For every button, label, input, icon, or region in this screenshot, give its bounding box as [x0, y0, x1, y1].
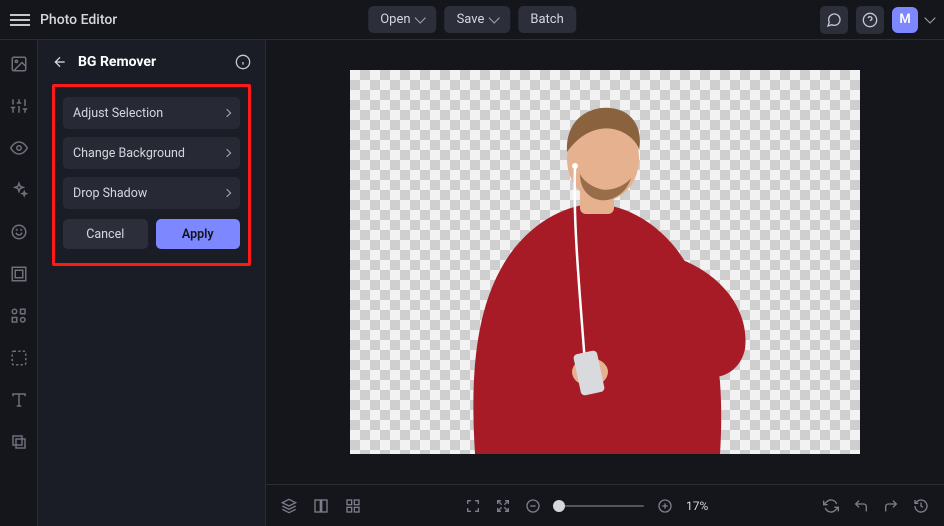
option-adjust-selection[interactable]: Adjust Selection [63, 97, 240, 129]
actual-size-icon[interactable] [494, 497, 512, 515]
app-title: Photo Editor [40, 12, 117, 28]
chevron-right-icon [223, 149, 231, 157]
option-label: Change Background [73, 146, 185, 161]
canvas-area: 17% [266, 40, 944, 526]
option-label: Drop Shadow [73, 186, 147, 201]
retouch-icon[interactable] [9, 222, 29, 242]
layers-icon[interactable] [9, 432, 29, 452]
elements-icon[interactable] [9, 306, 29, 326]
option-change-background[interactable]: Change Background [63, 137, 240, 169]
zoom-slider[interactable] [554, 505, 644, 507]
feedback-icon[interactable] [820, 6, 848, 34]
text-icon[interactable] [9, 390, 29, 410]
option-drop-shadow[interactable]: Drop Shadow [63, 177, 240, 209]
avatar[interactable]: M [892, 7, 918, 33]
compare-icon[interactable] [312, 497, 330, 515]
redo-icon[interactable] [882, 497, 900, 515]
save-button[interactable]: Save [445, 6, 511, 33]
history-icon[interactable] [912, 497, 930, 515]
batch-label: Batch [530, 12, 563, 27]
frame-icon[interactable] [9, 264, 29, 284]
grid-icon[interactable] [344, 497, 362, 515]
cancel-button[interactable]: Cancel [63, 219, 148, 249]
highlight-box: Adjust Selection Change Background Drop … [52, 84, 251, 266]
side-panel: BG Remover Adjust Selection Change Backg… [38, 40, 266, 526]
chevron-down-icon [489, 12, 500, 23]
tool-rail [0, 40, 38, 526]
zoom-in-icon[interactable] [656, 497, 674, 515]
sparkle-icon[interactable] [9, 180, 29, 200]
layers-stack-icon[interactable] [280, 497, 298, 515]
open-label: Open [380, 12, 410, 27]
batch-button[interactable]: Batch [518, 6, 575, 33]
back-icon[interactable] [52, 54, 68, 70]
menu-icon[interactable] [10, 10, 30, 30]
overlay-icon[interactable] [9, 348, 29, 368]
save-label: Save [457, 12, 485, 27]
reset-icon[interactable] [822, 497, 840, 515]
undo-icon[interactable] [852, 497, 870, 515]
canvas-image[interactable] [350, 70, 860, 454]
option-label: Adjust Selection [73, 106, 163, 121]
bottom-bar: 17% [266, 484, 944, 526]
fit-screen-icon[interactable] [464, 497, 482, 515]
chevron-down-icon[interactable] [924, 12, 935, 23]
chevron-right-icon [223, 109, 231, 117]
zoom-out-icon[interactable] [524, 497, 542, 515]
subject-person [415, 74, 775, 454]
adjust-icon[interactable] [9, 96, 29, 116]
top-bar: Photo Editor Open Save Batch M [0, 0, 944, 40]
chevron-right-icon [223, 189, 231, 197]
chevron-down-icon [415, 12, 426, 23]
image-icon[interactable] [9, 54, 29, 74]
panel-title: BG Remover [78, 54, 225, 70]
eye-icon[interactable] [9, 138, 29, 158]
help-icon[interactable] [856, 6, 884, 34]
apply-button[interactable]: Apply [156, 219, 241, 249]
zoom-value: 17% [686, 499, 720, 513]
info-icon[interactable] [235, 54, 251, 70]
open-button[interactable]: Open [368, 6, 436, 33]
